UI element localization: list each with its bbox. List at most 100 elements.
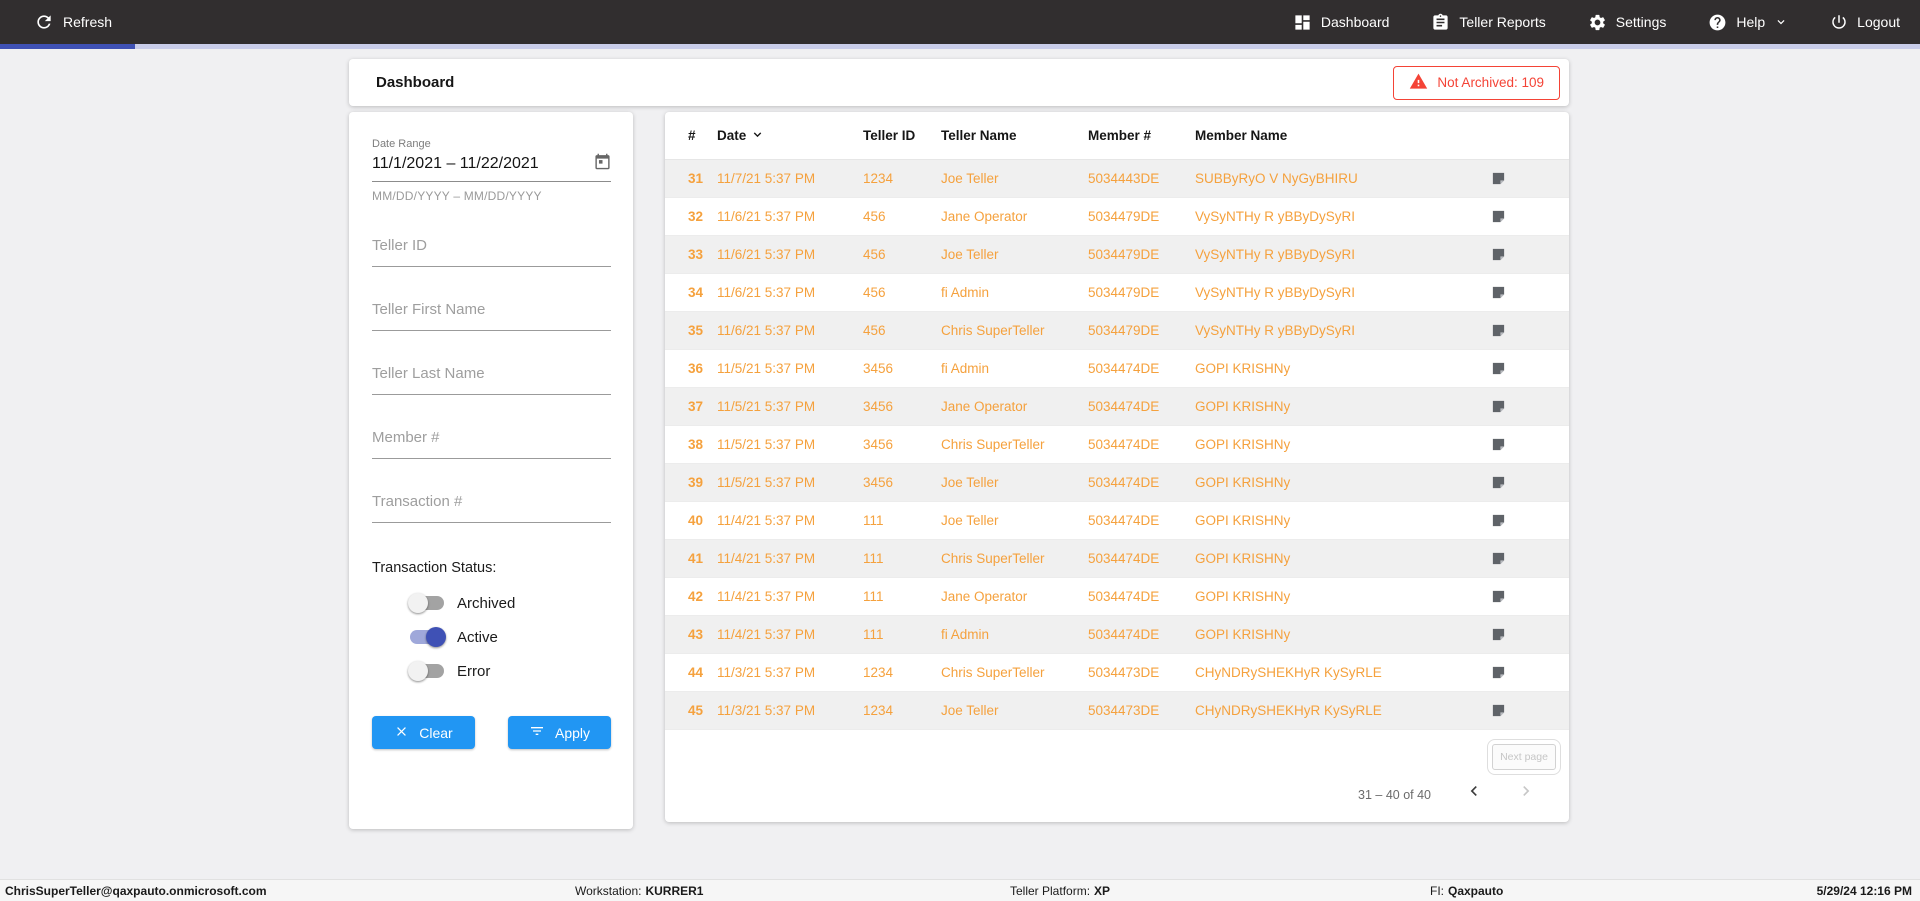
cell-member-name: VySyNTHy R yBByDySyRI [1195,323,1356,338]
note-icon[interactable] [1491,171,1506,186]
member-number-field [372,429,611,459]
cell-member-name: VySyNTHy R yBByDySyRI [1195,285,1356,300]
cell-row-number: 31 [688,171,704,186]
note-icon[interactable] [1491,399,1506,414]
transactions-table-card: # Date Teller ID Teller Name Member # Me… [665,112,1569,822]
teller-first-name-input[interactable] [372,301,611,331]
table-row[interactable]: 38 11/5/21 5:37 PM 3456 Chris SuperTelle… [665,426,1569,464]
col-header-date[interactable]: Date [717,128,863,144]
clear-x-icon [394,724,409,742]
table-row[interactable]: 34 11/6/21 5:37 PM 456 fi Admin 5034479D… [665,274,1569,312]
top-nav: Refresh Dashboard Teller Reports Setting… [0,0,1920,44]
toggle-archived[interactable]: Archived [372,586,611,620]
col-header-member-name[interactable]: Member Name [1195,128,1491,143]
calendar-icon[interactable] [594,153,611,175]
table-row[interactable]: 32 11/6/21 5:37 PM 456 Jane Operator 503… [665,198,1569,236]
cell-date: 11/4/21 5:37 PM [717,551,816,566]
table-row[interactable]: 33 11/6/21 5:37 PM 456 Joe Teller 503447… [665,236,1569,274]
cell-row-number: 34 [688,285,704,300]
nav-item-label: Help [1736,14,1766,30]
note-icon[interactable] [1491,513,1506,528]
table-row[interactable]: 42 11/4/21 5:37 PM 111 Jane Operator 503… [665,578,1569,616]
cell-teller-name: Joe Teller [941,247,999,262]
active-switch[interactable] [410,627,446,647]
cell-date: 11/5/21 5:37 PM [717,437,816,452]
teller-id-field [372,237,611,267]
date-range-field[interactable]: 11/1/2021 – 11/22/2021 [372,153,611,182]
note-icon[interactable] [1491,627,1506,642]
note-icon[interactable] [1491,437,1506,452]
note-icon[interactable] [1491,589,1506,604]
apply-button[interactable]: Apply [508,716,611,749]
nav-item-logout[interactable]: Logout [1830,13,1900,31]
col-header-teller-id[interactable]: Teller ID [863,128,941,143]
col-header-teller-name[interactable]: Teller Name [941,128,1088,143]
table-row[interactable]: 36 11/5/21 5:37 PM 3456 fi Admin 5034474… [665,350,1569,388]
table-row[interactable]: 39 11/5/21 5:37 PM 3456 Joe Teller 50344… [665,464,1569,502]
cell-row-number: 37 [688,399,704,414]
clipboard-icon [1431,13,1450,32]
cell-teller-name: Jane Operator [941,589,1028,604]
date-range-hint: MM/DD/YYYY – MM/DD/YYYY [372,189,542,203]
filter-panel: Date Range 11/1/2021 – 11/22/2021 MM/DD/… [349,112,633,829]
nav-item-settings[interactable]: Settings [1588,13,1666,32]
table-row[interactable]: 43 11/4/21 5:37 PM 111 fi Admin 5034474D… [665,616,1569,654]
archived-switch[interactable] [408,593,444,613]
transaction-number-input[interactable] [372,493,611,523]
note-icon[interactable] [1491,247,1506,262]
cell-member-name: GOPI KRISHNy [1195,475,1291,490]
refresh-button[interactable]: Refresh [34,12,112,32]
error-switch[interactable] [408,661,444,681]
note-icon[interactable] [1491,665,1506,680]
cell-date: 11/5/21 5:37 PM [717,475,816,490]
table-row[interactable]: 37 11/5/21 5:37 PM 3456 Jane Operator 50… [665,388,1569,426]
not-archived-badge[interactable]: Not Archived: 109 [1393,65,1560,100]
note-icon[interactable] [1491,703,1506,718]
cell-member-number: 5034479DE [1088,209,1160,224]
note-icon[interactable] [1491,323,1506,338]
status-datetime: 5/29/24 12:16 PM [1816,884,1912,898]
cell-teller-id: 3456 [863,475,894,490]
table-row[interactable]: 31 11/7/21 5:37 PM 1234 Joe Teller 50344… [665,160,1569,198]
cell-member-name: VySyNTHy R yBByDySyRI [1195,247,1356,262]
main-area: Dashboard Not Archived: 109 Date Range 1… [0,49,1920,879]
cell-date: 11/6/21 5:37 PM [717,285,816,300]
cell-teller-name: fi Admin [941,285,990,300]
teller-last-name-input[interactable] [372,365,611,395]
teller-id-input[interactable] [372,237,611,267]
col-header-member-number[interactable]: Member # [1088,128,1195,143]
table-row[interactable]: 41 11/4/21 5:37 PM 111 Chris SuperTeller… [665,540,1569,578]
next-page-button[interactable]: Next page [1487,739,1561,775]
cell-member-number: 5034474DE [1088,589,1160,604]
clear-button[interactable]: Clear [372,716,475,749]
cell-member-number: 5034479DE [1088,285,1160,300]
cell-date: 11/7/21 5:37 PM [717,171,816,186]
nav-item-teller-reports[interactable]: Teller Reports [1431,13,1546,32]
member-number-input[interactable] [372,429,611,459]
note-icon[interactable] [1491,475,1506,490]
cell-teller-name: Chris SuperTeller [941,665,1045,680]
toggle-error[interactable]: Error [372,654,611,688]
chevron-down-icon [1774,15,1788,29]
next-page-chevron-icon[interactable] [1515,780,1537,802]
cell-teller-id: 456 [863,323,886,338]
note-icon[interactable] [1491,285,1506,300]
nav-item-dashboard[interactable]: Dashboard [1293,13,1389,32]
table-row[interactable]: 44 11/3/21 5:37 PM 1234 Chris SuperTelle… [665,654,1569,692]
cell-teller-name: Chris SuperTeller [941,323,1045,338]
note-icon[interactable] [1491,209,1506,224]
note-icon[interactable] [1491,361,1506,376]
toggle-active[interactable]: Active [372,620,611,654]
refresh-label: Refresh [63,14,113,30]
table-row[interactable]: 45 11/3/21 5:37 PM 1234 Joe Teller 50344… [665,692,1569,730]
col-header-number[interactable]: # [688,128,717,143]
previous-page-chevron-icon[interactable] [1463,780,1485,802]
transaction-status-label: Transaction Status: [372,560,497,576]
nav-item-help[interactable]: Help [1708,13,1788,32]
table-row[interactable]: 35 11/6/21 5:37 PM 456 Chris SuperTeller… [665,312,1569,350]
table-row[interactable]: 40 11/4/21 5:37 PM 111 Joe Teller 503447… [665,502,1569,540]
filter-list-icon [529,723,545,742]
note-icon[interactable] [1491,551,1506,566]
cell-teller-name: Joe Teller [941,475,999,490]
pagination-range-label: 31 – 40 of 40 [1358,788,1431,802]
